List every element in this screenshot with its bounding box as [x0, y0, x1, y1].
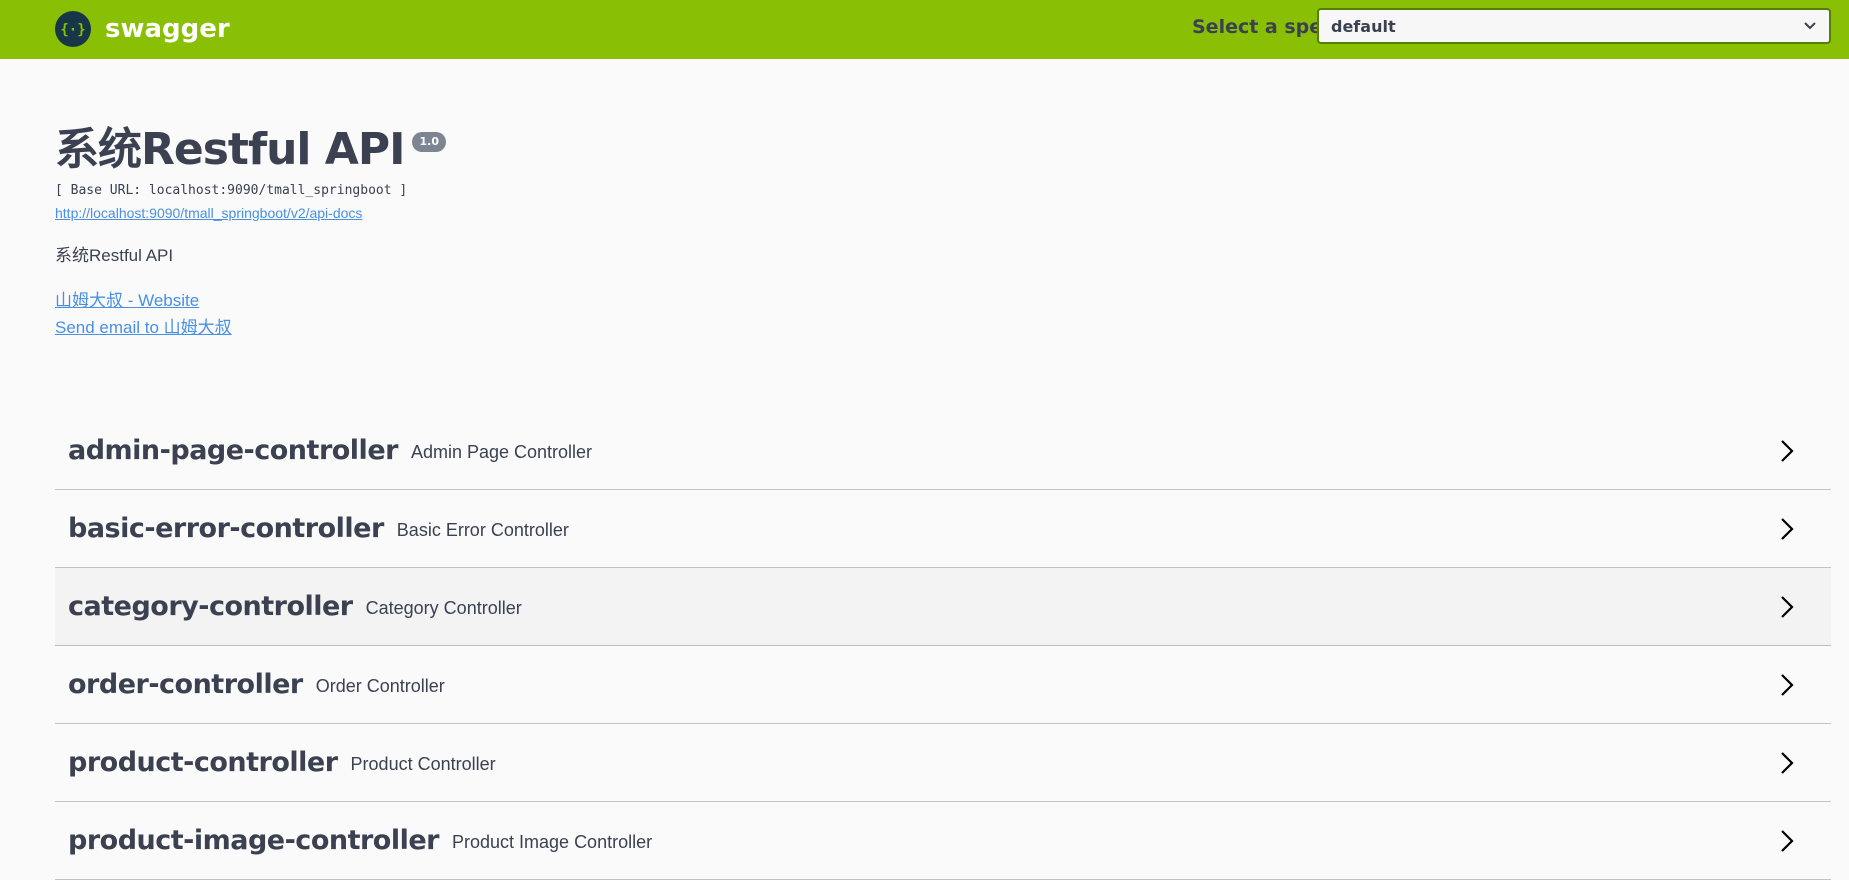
tag-description: Product Image Controller	[452, 831, 653, 852]
topbar: {·} swagger Select a spec default	[0, 0, 1849, 59]
chevron-right-icon	[1781, 674, 1794, 696]
tag-description: Admin Page Controller	[410, 441, 593, 462]
tag-name: product-image-controller	[68, 825, 440, 856]
version-badge: 1.0	[412, 132, 446, 152]
tag-name: basic-error-controller	[68, 513, 384, 544]
chevron-right-icon	[1781, 518, 1794, 540]
tag-category-controller[interactable]: category-controller Category Controller	[55, 568, 1831, 646]
api-docs-link[interactable]: http://localhost:9090/tmall_springboot/v…	[55, 204, 362, 222]
svg-text:{·}: {·}	[60, 22, 85, 38]
spec-select-value: default	[1331, 17, 1396, 36]
brand-name: swagger	[105, 14, 230, 44]
tag-admin-page-controller[interactable]: admin-page-controller Admin Page Control…	[55, 412, 1831, 490]
tag-name: admin-page-controller	[68, 435, 398, 466]
page-title: 系统Restful API	[55, 124, 405, 175]
title-row: 系统Restful API 1.0	[55, 120, 1825, 180]
spec-select[interactable]: default	[1317, 8, 1831, 44]
api-info: 系统Restful API 1.0 [ Base URL: localhost:…	[55, 120, 1825, 341]
tag-name: order-controller	[68, 669, 303, 700]
tag-product-image-controller[interactable]: product-image-controller Product Image C…	[55, 802, 1831, 880]
contact-links: 山姆大叔 - Website Send email to 山姆大叔	[55, 287, 1825, 341]
chevron-right-icon	[1781, 752, 1794, 774]
swagger-logo-icon: {·}	[55, 11, 91, 47]
chevron-right-icon	[1781, 830, 1794, 852]
tag-description: Order Controller	[315, 675, 445, 696]
chevron-right-icon	[1781, 440, 1794, 462]
tag-product-controller[interactable]: product-controller Product Controller	[55, 724, 1831, 802]
base-url: [ Base URL: localhost:9090/tmall_springb…	[55, 183, 408, 198]
tag-name: product-controller	[68, 747, 338, 778]
tag-description: Basic Error Controller	[396, 519, 569, 540]
tag-order-controller[interactable]: order-controller Order Controller	[55, 646, 1831, 724]
tag-name: category-controller	[68, 591, 353, 622]
chevron-right-icon	[1781, 596, 1794, 618]
api-description: 系统Restful API	[55, 246, 174, 265]
spec-label: Select a spec	[1192, 16, 1334, 38]
controller-list: admin-page-controller Admin Page Control…	[55, 412, 1831, 880]
tag-basic-error-controller[interactable]: basic-error-controller Basic Error Contr…	[55, 490, 1831, 568]
tag-description: Product Controller	[350, 753, 496, 774]
tag-description: Category Controller	[365, 597, 522, 618]
swagger-logo[interactable]: {·} swagger	[55, 9, 230, 49]
email-link[interactable]: Send email to 山姆大叔	[55, 314, 1825, 341]
chevron-down-icon	[1804, 22, 1816, 30]
website-link[interactable]: 山姆大叔 - Website	[55, 287, 1825, 314]
